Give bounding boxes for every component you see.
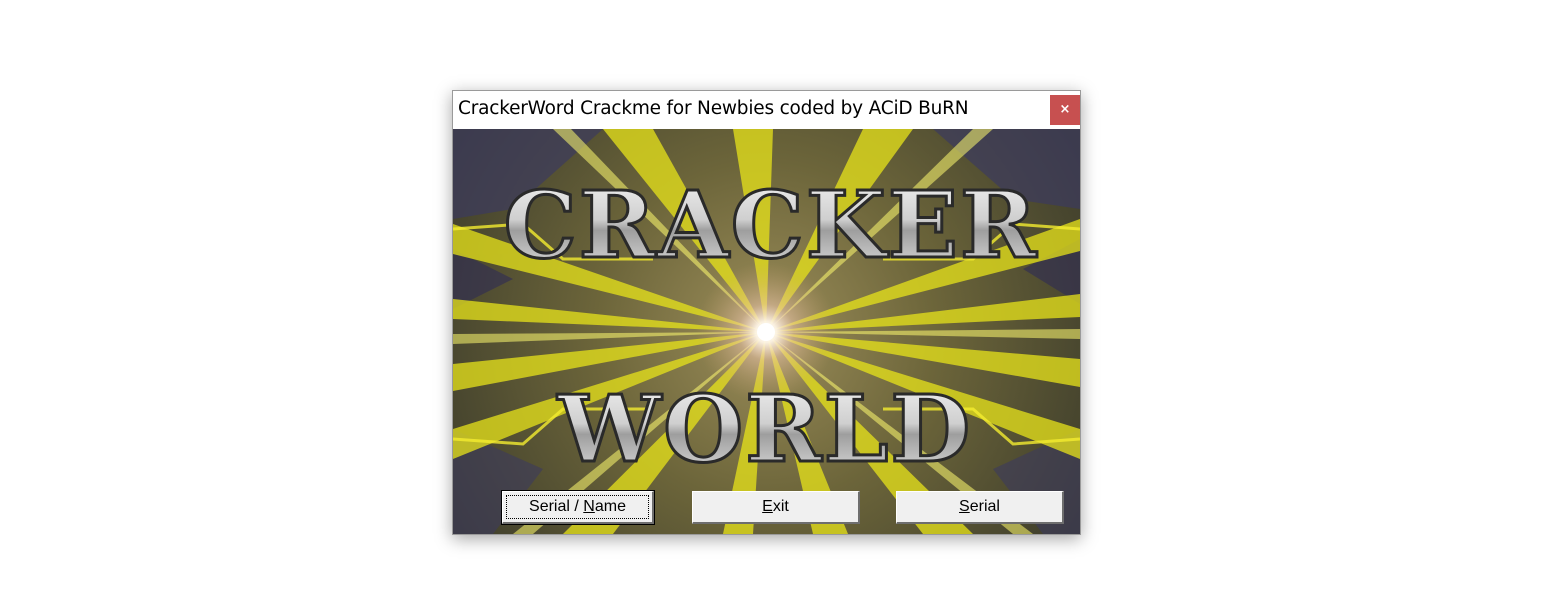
close-icon: × xyxy=(1059,102,1071,117)
exit-button-label: Exit xyxy=(762,498,789,515)
client-area: CRACKER WORLD Serial / Name Exit Serial xyxy=(453,129,1080,534)
serial-name-button[interactable]: Serial / Name xyxy=(501,490,655,525)
window-title: CrackerWord Crackme for Newbies coded by… xyxy=(458,98,969,119)
logo-line-cracker: CRACKER xyxy=(504,171,1039,279)
exit-button[interactable]: Exit xyxy=(692,491,860,524)
logo-line-world: WORLD xyxy=(557,375,972,483)
close-button[interactable]: × xyxy=(1050,95,1080,125)
crackme-window: CrackerWord Crackme for Newbies coded by… xyxy=(452,90,1081,535)
title-bar[interactable]: CrackerWord Crackme for Newbies coded by… xyxy=(453,91,1080,129)
cracker-world-background-image: CRACKER WORLD xyxy=(453,129,1080,534)
serial-name-button-label: Serial / Name xyxy=(529,498,626,515)
serial-button[interactable]: Serial xyxy=(896,491,1064,524)
serial-button-label: Serial xyxy=(959,498,1000,515)
